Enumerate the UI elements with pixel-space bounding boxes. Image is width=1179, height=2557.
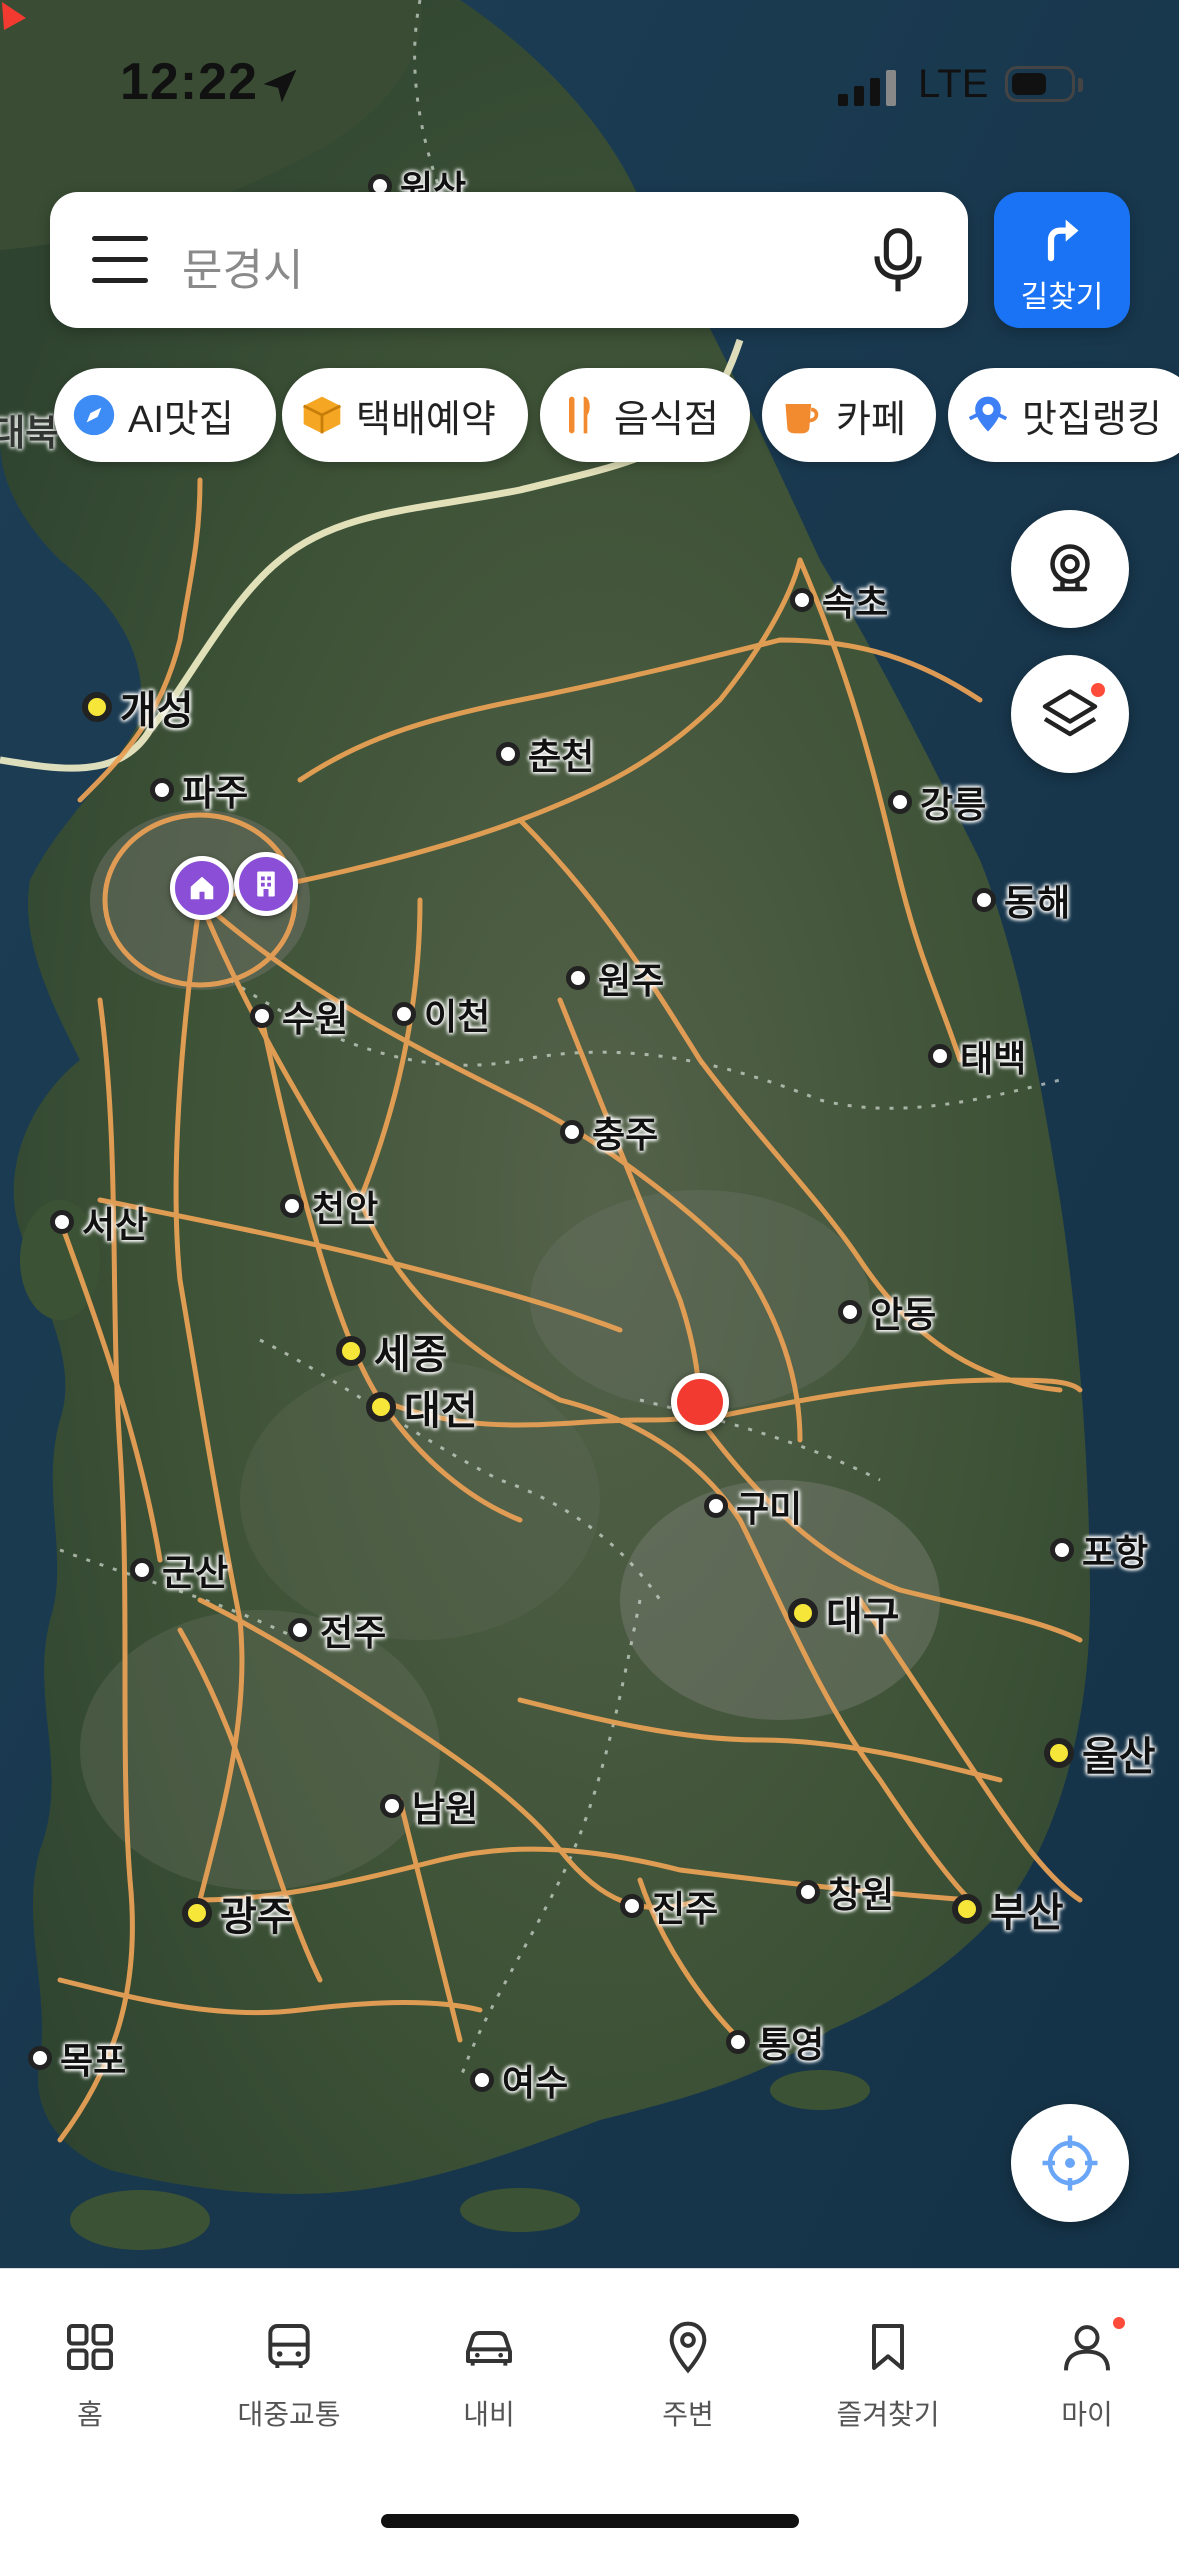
chip-ai-restaurant[interactable]: AI맛집 <box>54 368 276 462</box>
home-place-pin[interactable] <box>170 856 234 920</box>
network-type: LTE <box>918 62 989 106</box>
city-label[interactable]: 원주 <box>566 952 664 1004</box>
city-label[interactable]: 속초 <box>790 574 888 626</box>
notification-dot <box>1113 2317 1125 2329</box>
work-place-pin[interactable] <box>234 852 298 916</box>
city-label[interactable]: 파주 <box>150 764 248 816</box>
status-time: 12:22 <box>120 53 258 111</box>
box-icon <box>300 393 344 437</box>
car-icon <box>466 2331 512 2366</box>
city-label[interactable]: 천안 <box>280 1180 378 1232</box>
tab-home[interactable]: 홈 <box>0 2269 188 2449</box>
chip-restaurant-ranking[interactable]: 맛집랭킹 <box>948 368 1179 462</box>
city-label[interactable]: 포항 <box>1050 1524 1148 1576</box>
tab-nearby[interactable]: 주변 <box>590 2269 786 2449</box>
chip-parcel[interactable]: 택배예약 <box>282 368 528 462</box>
city-label[interactable]: 창원 <box>796 1866 894 1918</box>
search-bar[interactable]: 문경시 <box>50 192 968 328</box>
city-label[interactable]: 진주 <box>620 1880 718 1932</box>
current-location-marker <box>671 1373 729 1431</box>
search-input[interactable]: 문경시 <box>182 234 303 298</box>
tab-label: 대중교통 <box>237 2399 341 2430</box>
chip-cafe[interactable]: 카페 <box>762 368 936 462</box>
ranking-pin-icon <box>966 393 1010 437</box>
building-icon <box>257 871 275 897</box>
city-label[interactable]: 군산 <box>130 1544 228 1596</box>
city-label[interactable]: 수원 <box>250 990 348 1042</box>
tab-transit[interactable]: 대중교통 <box>191 2269 387 2449</box>
grid-icon <box>67 2324 113 2370</box>
chip-label: 음식점 <box>614 398 719 441</box>
city-label[interactable]: 울산 <box>1044 1724 1156 1782</box>
chip-label: AI맛집 <box>128 398 234 441</box>
city-label[interactable]: 구미 <box>704 1480 802 1532</box>
city-label[interactable]: 동해 <box>972 874 1070 926</box>
chip-label: 택배예약 <box>356 398 496 441</box>
city-label[interactable]: 여수 <box>470 2054 568 2106</box>
home-icon <box>190 876 214 900</box>
city-label[interactable]: 강릉 <box>888 776 986 828</box>
cctv-icon <box>1050 544 1090 592</box>
battery-tip <box>1078 78 1083 92</box>
bus-icon <box>268 2324 310 2368</box>
compass-icon <box>72 393 116 437</box>
route-button[interactable]: 길찾기 <box>994 192 1130 328</box>
cctv-button[interactable] <box>1011 510 1129 628</box>
map-view[interactable]: 원산 속초 개성 춘천 파주 강릉 동해 원주 수원 이천 태백 충주 서산 천… <box>0 0 1179 2268</box>
status-bar: 12:22 LTE <box>0 0 1179 170</box>
city-label[interactable]: 세종 <box>336 1322 448 1380</box>
utensils-icon <box>558 393 602 437</box>
city-label[interactable]: 개성 <box>82 678 194 736</box>
battery-icon <box>1005 66 1075 102</box>
notification-dot <box>1091 683 1105 697</box>
signal-strength-icon <box>838 70 896 106</box>
hamburger-menu-icon[interactable] <box>92 234 148 286</box>
city-label[interactable]: 충주 <box>560 1106 658 1158</box>
location-pin-icon <box>669 2321 707 2374</box>
chip-restaurant[interactable]: 음식점 <box>540 368 750 462</box>
city-label[interactable]: 이천 <box>392 988 490 1040</box>
home-indicator <box>381 2514 799 2528</box>
city-label[interactable]: 부산 <box>952 1880 1064 1938</box>
city-label[interactable]: 전주 <box>288 1604 386 1656</box>
chip-label: 맛집랭킹 <box>1022 398 1162 441</box>
city-label[interactable]: 태백 <box>928 1030 1026 1082</box>
tab-label: 주변 <box>662 2399 714 2430</box>
crosshair-icon <box>1042 2135 1098 2191</box>
microphone-icon[interactable] <box>870 226 926 296</box>
chip-label: 카페 <box>836 398 906 441</box>
tab-favorites[interactable]: 즐겨찾기 <box>790 2269 986 2449</box>
city-label[interactable]: 광주 <box>182 1884 294 1942</box>
tab-label: 즐겨찾기 <box>836 2399 940 2430</box>
tab-label: 내비 <box>463 2399 515 2430</box>
city-label[interactable]: 춘천 <box>496 728 594 780</box>
route-button-label: 길찾기 <box>1020 281 1104 314</box>
coffee-cup-icon <box>780 393 824 437</box>
city-label[interactable]: 대전 <box>366 1378 478 1436</box>
city-label-partial: 대북 <box>0 412 59 453</box>
locate-me-button[interactable] <box>1011 2104 1129 2222</box>
tab-navigation[interactable]: 내비 <box>391 2269 587 2449</box>
city-label[interactable]: 대구 <box>788 1584 900 1642</box>
tab-label: 마이 <box>1061 2399 1113 2430</box>
city-label[interactable]: 서산 <box>50 1196 148 1248</box>
map-layers-button[interactable] <box>1011 655 1129 773</box>
city-label[interactable]: 통영 <box>726 2016 824 2068</box>
person-icon <box>1064 2325 1110 2371</box>
location-arrow-icon <box>263 69 297 103</box>
city-label[interactable]: 목포 <box>28 2032 126 2084</box>
tab-my[interactable]: 마이 <box>989 2269 1179 2449</box>
route-arrow-icon <box>1047 219 1079 262</box>
bookmark-icon <box>872 2324 904 2370</box>
tab-label: 홈 <box>77 2399 103 2430</box>
city-label[interactable]: 안동 <box>838 1286 936 1338</box>
city-label[interactable]: 남원 <box>380 1780 478 1832</box>
